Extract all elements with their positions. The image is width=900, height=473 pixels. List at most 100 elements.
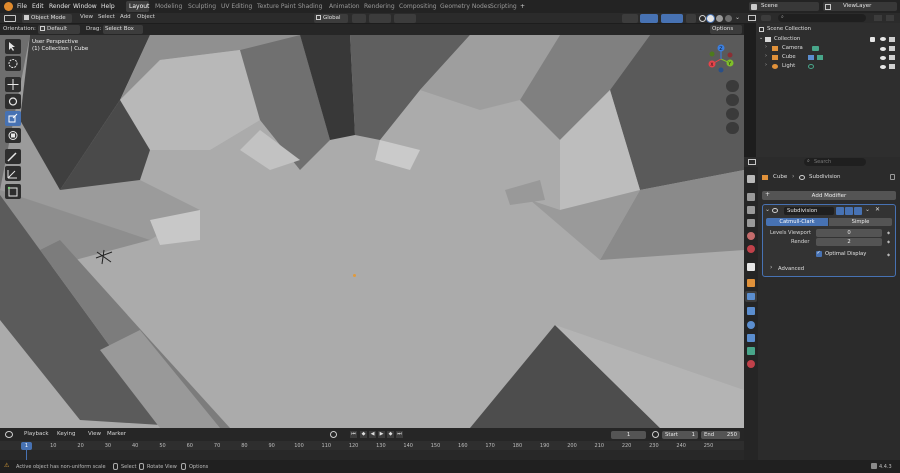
shading-rendered-icon[interactable] <box>725 15 732 22</box>
viewlayer-selector[interactable]: ViewLayer <box>823 2 897 11</box>
shading-material-icon[interactable] <box>716 15 723 22</box>
drag-dropdown[interactable]: Select Box <box>103 25 143 34</box>
menu-render[interactable]: Render <box>49 3 70 10</box>
tree-row-cube[interactable]: › Cube <box>756 53 900 62</box>
cursor-tool[interactable] <box>5 56 21 71</box>
annotate-tool[interactable] <box>5 149 21 164</box>
menu-marker[interactable]: Marker <box>107 430 126 439</box>
shading-solid-icon[interactable] <box>707 15 714 22</box>
menu-file[interactable]: File <box>17 3 27 10</box>
close-icon[interactable]: ✕ <box>875 206 880 213</box>
prev-keyframe-icon[interactable]: ◆ <box>360 431 367 438</box>
light-object-icon[interactable] <box>94 248 114 266</box>
timeline-editor-icon[interactable] <box>5 431 13 438</box>
add-modifier-button[interactable]: + Add Modifier <box>762 191 896 200</box>
new-collection-icon[interactable] <box>886 15 894 21</box>
camera-render-icon[interactable] <box>889 54 895 60</box>
tab-texture-paint[interactable]: Texture Paint <box>257 3 296 10</box>
ortho-grid-icon[interactable] <box>726 122 739 134</box>
chevron-right-icon[interactable]: › <box>765 62 767 68</box>
modifier-tab-icon[interactable] <box>745 291 757 302</box>
scene-selector[interactable]: Scene <box>749 2 819 11</box>
modifier-name-field[interactable]: Subdivision <box>784 206 834 215</box>
measure-tool[interactable] <box>5 166 21 181</box>
tab-shading[interactable]: Shading <box>298 3 322 10</box>
options-dropdown[interactable]: Options <box>710 25 742 34</box>
tab-layout[interactable]: Layout <box>129 3 149 10</box>
eye-icon[interactable] <box>880 55 886 60</box>
play-reverse-icon[interactable]: ◀ <box>369 431 376 438</box>
pan-view-icon[interactable] <box>726 94 739 106</box>
properties-editor-icon[interactable] <box>748 159 756 165</box>
dropdown-menu-icon[interactable]: ⌄ <box>865 206 870 213</box>
camera-view-icon[interactable] <box>726 108 739 120</box>
visibility-icon[interactable] <box>622 13 638 23</box>
simple-button[interactable]: Simple <box>829 218 892 226</box>
physics-tab-icon[interactable] <box>747 321 755 329</box>
scale-tool[interactable] <box>5 111 21 126</box>
tab-geometry-nodes[interactable]: Geometry Nodes <box>440 3 491 10</box>
render-tab-icon[interactable] <box>747 193 755 201</box>
collection-tab-icon[interactable] <box>747 263 755 271</box>
clock-icon[interactable] <box>652 431 659 438</box>
gizmo-toggle-icon[interactable] <box>640 13 658 23</box>
constraints-tab-icon[interactable] <box>747 334 755 342</box>
edit-mode-toggle-icon[interactable] <box>836 206 844 215</box>
tab-scripting[interactable]: Scripting <box>490 3 517 10</box>
pivot-point-icon[interactable] <box>352 13 366 23</box>
menu-keying[interactable]: Keying <box>57 430 75 439</box>
menu-window[interactable]: Window <box>73 3 97 10</box>
tree-row-camera[interactable]: › Camera <box>756 44 900 53</box>
shading-wireframe-icon[interactable] <box>699 15 706 22</box>
select-box-tool[interactable] <box>5 39 21 54</box>
tool-tab-icon[interactable] <box>747 175 755 183</box>
eye-icon[interactable] <box>880 64 886 69</box>
realtime-toggle-icon[interactable] <box>845 206 853 215</box>
pin-icon[interactable] <box>890 174 895 180</box>
xray-icon[interactable] <box>686 13 696 23</box>
current-frame-field[interactable]: 1 <box>611 430 646 439</box>
outliner-funnel-icon[interactable] <box>874 15 882 21</box>
timeline-tracks[interactable] <box>0 450 744 460</box>
tab-uv-editing[interactable]: UV Editing <box>221 3 252 10</box>
properties-search-field[interactable]: ⌕ Search <box>804 158 866 166</box>
object-tab-icon[interactable] <box>747 279 755 287</box>
eye-icon[interactable] <box>880 36 886 41</box>
chevron-right-icon[interactable]: › <box>765 44 767 50</box>
camera-render-icon[interactable] <box>889 36 895 42</box>
outliner-search-field[interactable]: ⌕ <box>778 14 866 22</box>
catmull-clark-button[interactable]: Catmull-Clark <box>766 218 828 226</box>
navigation-gizmo[interactable]: X Y Z <box>703 44 739 74</box>
tab-modeling[interactable]: Modeling <box>155 3 182 10</box>
orientation-dropdown[interactable]: Default <box>38 25 80 34</box>
3d-viewport[interactable]: User Perspective (1) Collection | Cube X… <box>0 35 744 428</box>
checkbox-icon[interactable] <box>870 36 875 42</box>
blender-logo-icon[interactable] <box>4 2 13 11</box>
chevron-down-icon[interactable]: ⌄ <box>765 206 770 213</box>
keyframe-dot-icon[interactable]: ◆ <box>887 230 890 235</box>
render-toggle-icon[interactable] <box>854 206 862 215</box>
particles-tab-icon[interactable] <box>747 307 755 315</box>
menu-timeline-view[interactable]: View <box>88 430 101 439</box>
camera-render-icon[interactable] <box>889 63 895 69</box>
end-frame-field[interactable]: End 250 <box>701 430 740 439</box>
chevron-right-icon[interactable]: › <box>765 53 767 59</box>
snap-icon[interactable] <box>369 13 391 23</box>
chevron-down-icon[interactable]: ⌄ <box>735 14 740 21</box>
menu-object[interactable]: Object <box>137 13 155 22</box>
view-layer-tab-icon[interactable] <box>747 219 755 227</box>
tab-sculpting[interactable]: Sculpting <box>188 3 216 10</box>
add-workspace-button[interactable]: + <box>520 3 525 10</box>
keyframe-dot-icon[interactable]: ◆ <box>887 239 890 244</box>
chevron-down-icon[interactable]: ⌄ <box>759 35 763 41</box>
data-tab-icon[interactable] <box>747 347 755 355</box>
playhead[interactable]: 1 <box>21 441 32 450</box>
eye-icon[interactable] <box>880 46 886 51</box>
keyframe-dot-icon[interactable]: ◆ <box>887 252 890 257</box>
material-tab-icon[interactable] <box>747 360 755 368</box>
editor-type-icon[interactable] <box>4 14 16 22</box>
mode-dropdown[interactable]: Object Mode <box>22 13 72 23</box>
menu-edit[interactable]: Edit <box>32 3 44 10</box>
menu-view[interactable]: View <box>80 13 93 22</box>
add-cube-tool[interactable] <box>5 184 21 199</box>
